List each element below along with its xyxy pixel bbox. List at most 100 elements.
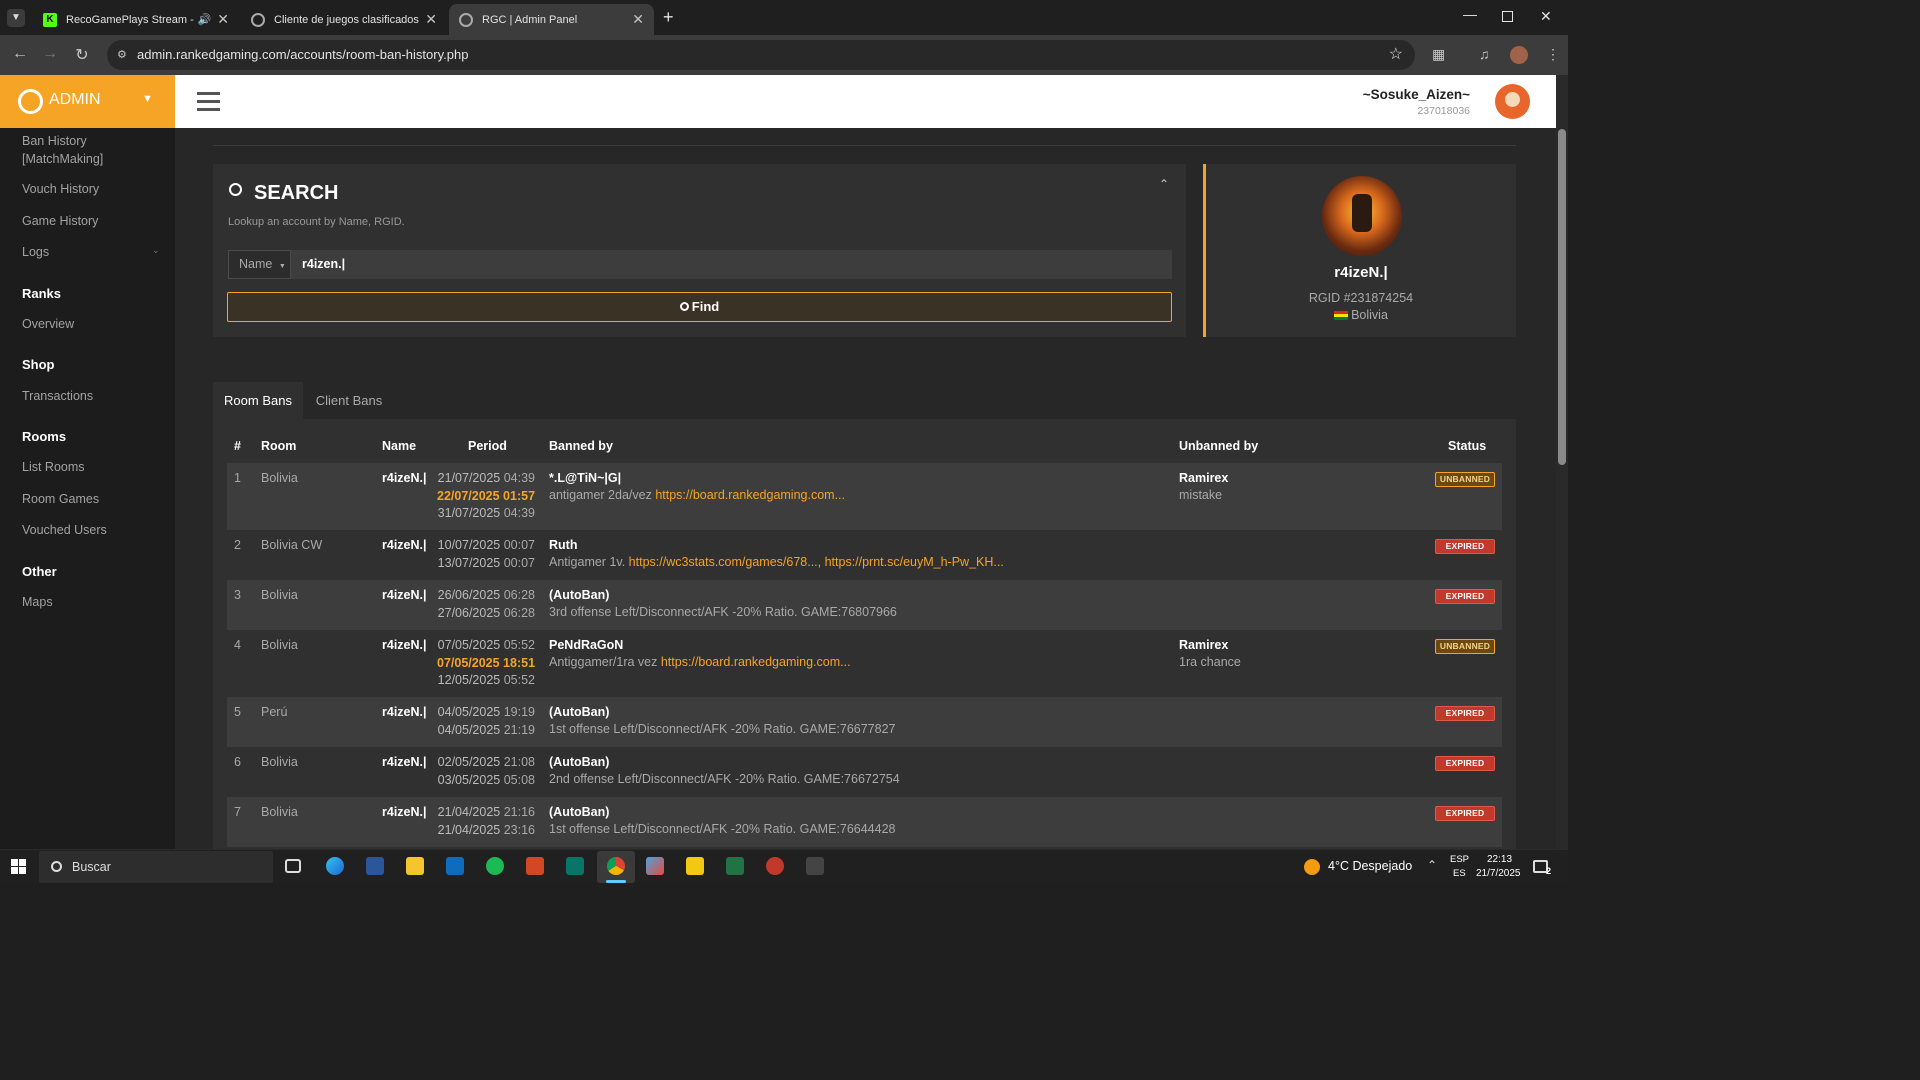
sidebar-item-vouch-history[interactable]: Vouch History (22, 180, 99, 198)
windows-start-icon[interactable] (11, 859, 26, 874)
row-room: Bolivia (261, 755, 298, 769)
close-tab-icon[interactable]: ✕ (425, 11, 437, 28)
forward-icon[interactable]: → (40, 45, 60, 63)
table-row[interactable]: 3 Bolivia r4izeN.| 26/06/2025 06:28 27/0… (227, 580, 1502, 630)
search-input[interactable]: r4izen.| (291, 250, 1172, 279)
user-name[interactable]: ~Sosuke_Aizen~ (1363, 87, 1470, 102)
scrollbar-thumb[interactable] (1558, 129, 1566, 465)
profile-avatar-icon[interactable] (1510, 46, 1528, 64)
tab-recogameplays[interactable]: K RecoGamePlays Stream - Watc 🔊 ✕ (33, 4, 239, 35)
address-bar[interactable]: ⚙ admin.rankedgaming.com/accounts/room-b… (107, 40, 1415, 70)
row-banned-by: (AutoBan) (549, 755, 610, 769)
row-reason: 2nd offense Left/Disconnect/AFK -20% Rat… (549, 772, 900, 786)
close-tab-icon[interactable]: ✕ (217, 11, 229, 28)
sidebar-item-ban-history-mm[interactable]: Ban History [MatchMaking] (22, 132, 132, 168)
user-avatar[interactable] (1495, 84, 1530, 119)
chevron-up-icon[interactable]: ⌃ (1427, 858, 1437, 872)
reason-link[interactable]: https://board.rankedgaming.com... (655, 488, 845, 502)
start-time: 21:16 (503, 805, 535, 819)
row-name[interactable]: r4izeN.| (382, 587, 427, 605)
new-tab-icon[interactable]: + (663, 7, 674, 28)
minimize-icon[interactable]: — (1463, 6, 1477, 22)
task-view-icon[interactable] (285, 859, 301, 873)
tab-client-bans[interactable]: Client Bans (304, 382, 394, 419)
publisher-icon[interactable] (566, 857, 584, 875)
sidebar-item-maps[interactable]: Maps (22, 593, 53, 611)
profile-name: r4izeN.| (1334, 264, 1388, 281)
clock-time[interactable]: 22:13 (1487, 854, 1512, 865)
sidebar-item-room-games[interactable]: Room Games (22, 490, 99, 508)
snipping-tool-icon[interactable] (646, 857, 664, 875)
row-reason: 3rd offense Left/Disconnect/AFK -20% Rat… (549, 605, 897, 619)
sidebar-item-overview[interactable]: Overview (22, 315, 74, 333)
spotify-icon[interactable] (486, 857, 504, 875)
table-row[interactable]: 2 Bolivia CW r4izeN.| 10/07/2025 00:07 1… (227, 530, 1502, 580)
start-date: 21/04/2025 (437, 805, 501, 819)
close-tab-icon[interactable]: ✕ (632, 11, 644, 28)
speaker-icon[interactable]: 🔊 (198, 13, 212, 26)
back-icon[interactable]: ← (10, 45, 30, 63)
media-control-icon[interactable]: ♫ (1479, 46, 1490, 62)
sidebar-item-vouched-users[interactable]: Vouched Users (22, 521, 107, 539)
sidebar-item-game-history[interactable]: Game History (22, 212, 98, 230)
row-banned-by: Ruth (549, 538, 578, 552)
row-name[interactable]: r4izeN.| (382, 804, 427, 822)
chevron-down-icon[interactable]: ⌄ (152, 245, 160, 256)
powerpoint-icon[interactable] (526, 857, 544, 875)
taskbar-search-box[interactable]: Buscar (39, 851, 273, 883)
file-explorer-icon[interactable] (406, 857, 424, 875)
reload-icon[interactable]: ↻ (72, 45, 92, 65)
restore-icon[interactable] (1502, 11, 1513, 22)
rgc-client-icon[interactable] (766, 857, 784, 875)
site-info-icon[interactable]: ⚙ (117, 40, 127, 70)
row-num: 3 (234, 588, 241, 602)
close-window-icon[interactable]: ✕ (1540, 8, 1552, 25)
row-name[interactable]: r4izeN.| (382, 704, 427, 722)
sidebar-section-ranks: Ranks (22, 286, 62, 301)
table-row[interactable]: 4 Bolivia r4izeN.| 07/05/2025 05:52 07/0… (227, 630, 1502, 697)
power-bi-icon[interactable] (686, 857, 704, 875)
tab-room-bans[interactable]: Room Bans (213, 382, 303, 419)
game-app-icon[interactable] (806, 857, 824, 875)
page-scrollbar[interactable] (1556, 75, 1568, 849)
table-row[interactable]: 6 Bolivia r4izeN.| 02/05/2025 21:08 03/0… (227, 747, 1502, 797)
caret-down-icon[interactable]: ▼ (142, 93, 153, 105)
tab-title: RGC | Admin Panel (482, 13, 578, 26)
extensions-icon[interactable]: ▦ (1432, 46, 1445, 63)
sidebar: Ban History [MatchMaking] Vouch History … (0, 128, 175, 849)
edge-icon[interactable] (326, 857, 344, 875)
chrome-menu-icon[interactable]: ⋮ (1546, 46, 1560, 63)
row-name[interactable]: r4izeN.| (382, 537, 427, 555)
tab-search-dropdown-icon[interactable]: ▼ (7, 9, 25, 27)
hamburger-menu-icon[interactable] (197, 92, 220, 111)
bookmark-star-icon[interactable]: ☆ (1389, 40, 1403, 70)
row-period: 04/05/2025 19:19 04/05/2025 21:19 (437, 704, 535, 739)
table-row[interactable]: 1 Bolivia r4izeN.| 21/07/2025 04:39 22/0… (227, 463, 1502, 530)
end-time: 05:52 (503, 673, 535, 687)
col-num: # (234, 439, 241, 453)
outlook-icon[interactable] (446, 857, 464, 875)
chrome-icon[interactable] (607, 857, 625, 875)
reason-link[interactable]: https://board.rankedgaming.com... (661, 655, 851, 669)
brand-header[interactable]: ADMIN ▼ (0, 75, 175, 128)
sidebar-item-transactions[interactable]: Transactions (22, 387, 93, 405)
table-row[interactable]: 7 Bolivia r4izeN.| 21/04/2025 21:16 21/0… (227, 797, 1502, 847)
chevron-up-icon[interactable]: ⌃ (1159, 177, 1169, 191)
sidebar-section-other: Other (22, 564, 57, 579)
row-name[interactable]: r4izeN.| (382, 470, 427, 488)
word-icon[interactable] (366, 857, 384, 875)
search-filter-dropdown[interactable]: Name ▼ (228, 250, 291, 279)
sidebar-item-list-rooms[interactable]: List Rooms (22, 458, 85, 476)
row-name[interactable]: r4izeN.| (382, 637, 427, 655)
row-name[interactable]: r4izeN.| (382, 754, 427, 772)
find-button[interactable]: Find (227, 292, 1172, 322)
weather-text[interactable]: 4°C Despejado (1328, 859, 1412, 873)
table-row[interactable]: 5 Perú r4izeN.| 04/05/2025 19:19 04/05/2… (227, 697, 1502, 747)
sidebar-item-logs[interactable]: Logs (22, 243, 49, 261)
excel-icon[interactable] (726, 857, 744, 875)
row-room: Bolivia (261, 638, 298, 652)
language-code[interactable]: ESP (1450, 854, 1469, 865)
reason-link[interactable]: https://wc3stats.com/games/678..., https… (629, 555, 1004, 569)
tab-cliente-juegos[interactable]: Cliente de juegos clasificados ✕ (241, 4, 447, 35)
tab-admin-panel[interactable]: RGC | Admin Panel ✕ (449, 4, 654, 35)
